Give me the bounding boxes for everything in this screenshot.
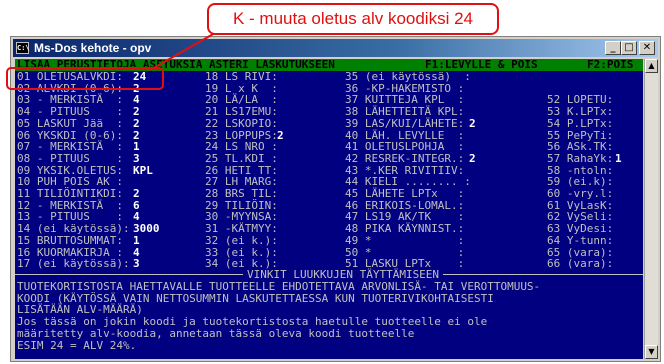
setting-label: 35 (ei käytössä) : [345,70,471,83]
annotation-callout: K - muuta oletus alv koodiksi 24 [207,3,499,35]
setting-value-field[interactable]: KPL [133,164,153,177]
scroll-up-button[interactable]: ▲ [645,59,658,73]
setting-label: 11 TILIÖINTIKDI: [17,187,123,200]
window-title: Ms-Dos kehote - opv [34,41,152,55]
setting-label: 54 P.LPTx: [547,116,614,130]
setting-value-field[interactable]: 2 [133,188,140,200]
setting-value-field[interactable]: 3 [133,153,140,165]
setting-label: 60 -vry.l: [547,187,614,200]
setting-label: 05 LASKUT Jää : [17,116,123,130]
setting-value-field[interactable]: 1 [133,235,140,247]
setting-label: 64 Y-tunn: [547,233,614,247]
setting-value-field[interactable]: 2 [469,153,476,165]
setting-label: 57 RahaYk: [547,151,614,165]
setting-label: 28 BRS TIL: [205,187,278,200]
setting-label: 45 LÄHETE LPTx : [345,187,465,200]
setting-label: 22 LSKOPIO: [205,116,278,130]
dos-prompt-icon: C:\ [16,42,30,54]
f1-key-hint[interactable]: F1:LEVYLLE & POIS [425,59,538,71]
highlight-box-oletusalvkdi [6,67,164,90]
hint-line: määritetty alv-koodia, annetaan tässä ol… [17,326,415,340]
setting-label: 32 (ei k.): [205,233,278,247]
setting-label: 39 LAS/KUI/LÄHETE: [345,116,465,130]
setting-label: 08 - PITUUS : [17,151,123,165]
hint-line: ESIM 24 = ALV 24%. [17,338,137,352]
setting-label: 18 LS RIVI: [205,70,278,83]
hints-title: VINKIT LUUKKUJEN TÄYTTÄMISEEN [243,269,444,281]
setting-value-field[interactable]: 2 [469,118,476,130]
close-button[interactable]: ✕ [639,41,655,55]
window-titlebar[interactable]: C:\ Ms-Dos kehote - opv _ □ ✕ [13,39,658,57]
setting-value-field[interactable]: 2 [277,129,284,142]
scroll-down-button[interactable]: ▼ [645,345,658,359]
console-screen[interactable]: LISÄÄ PERUSTIETOJA ASETUKSIA ASTERI LASK… [15,59,643,359]
setting-label: 49 * : [345,233,465,247]
setting-label: 42 RESREK-INTEGR.: [345,151,465,165]
setting-label: 25 TL.KDI : [205,151,278,165]
vertical-scrollbar[interactable]: ▲ ▼ [644,59,658,359]
hints-separator: VINKIT LUUKKUJEN TÄYTTÄMISEEN [15,269,643,281]
minimize-button[interactable]: _ [605,41,621,55]
hint-line: TUOTEKORTISTOSTA HAETTAVALLE TUOTTEELLE … [17,280,541,293]
setting-label: 15 BRUTTOSUMMAT: [17,233,123,247]
annotation-callout-text: K - muuta oletus alv koodiksi 24 [232,9,473,28]
maximize-button[interactable]: □ [621,41,637,55]
setting-value-field[interactable]: 2 [133,118,140,130]
f2-key-hint[interactable]: F2:POIS [587,59,633,71]
setting-value-field[interactable]: 1 [615,153,622,165]
